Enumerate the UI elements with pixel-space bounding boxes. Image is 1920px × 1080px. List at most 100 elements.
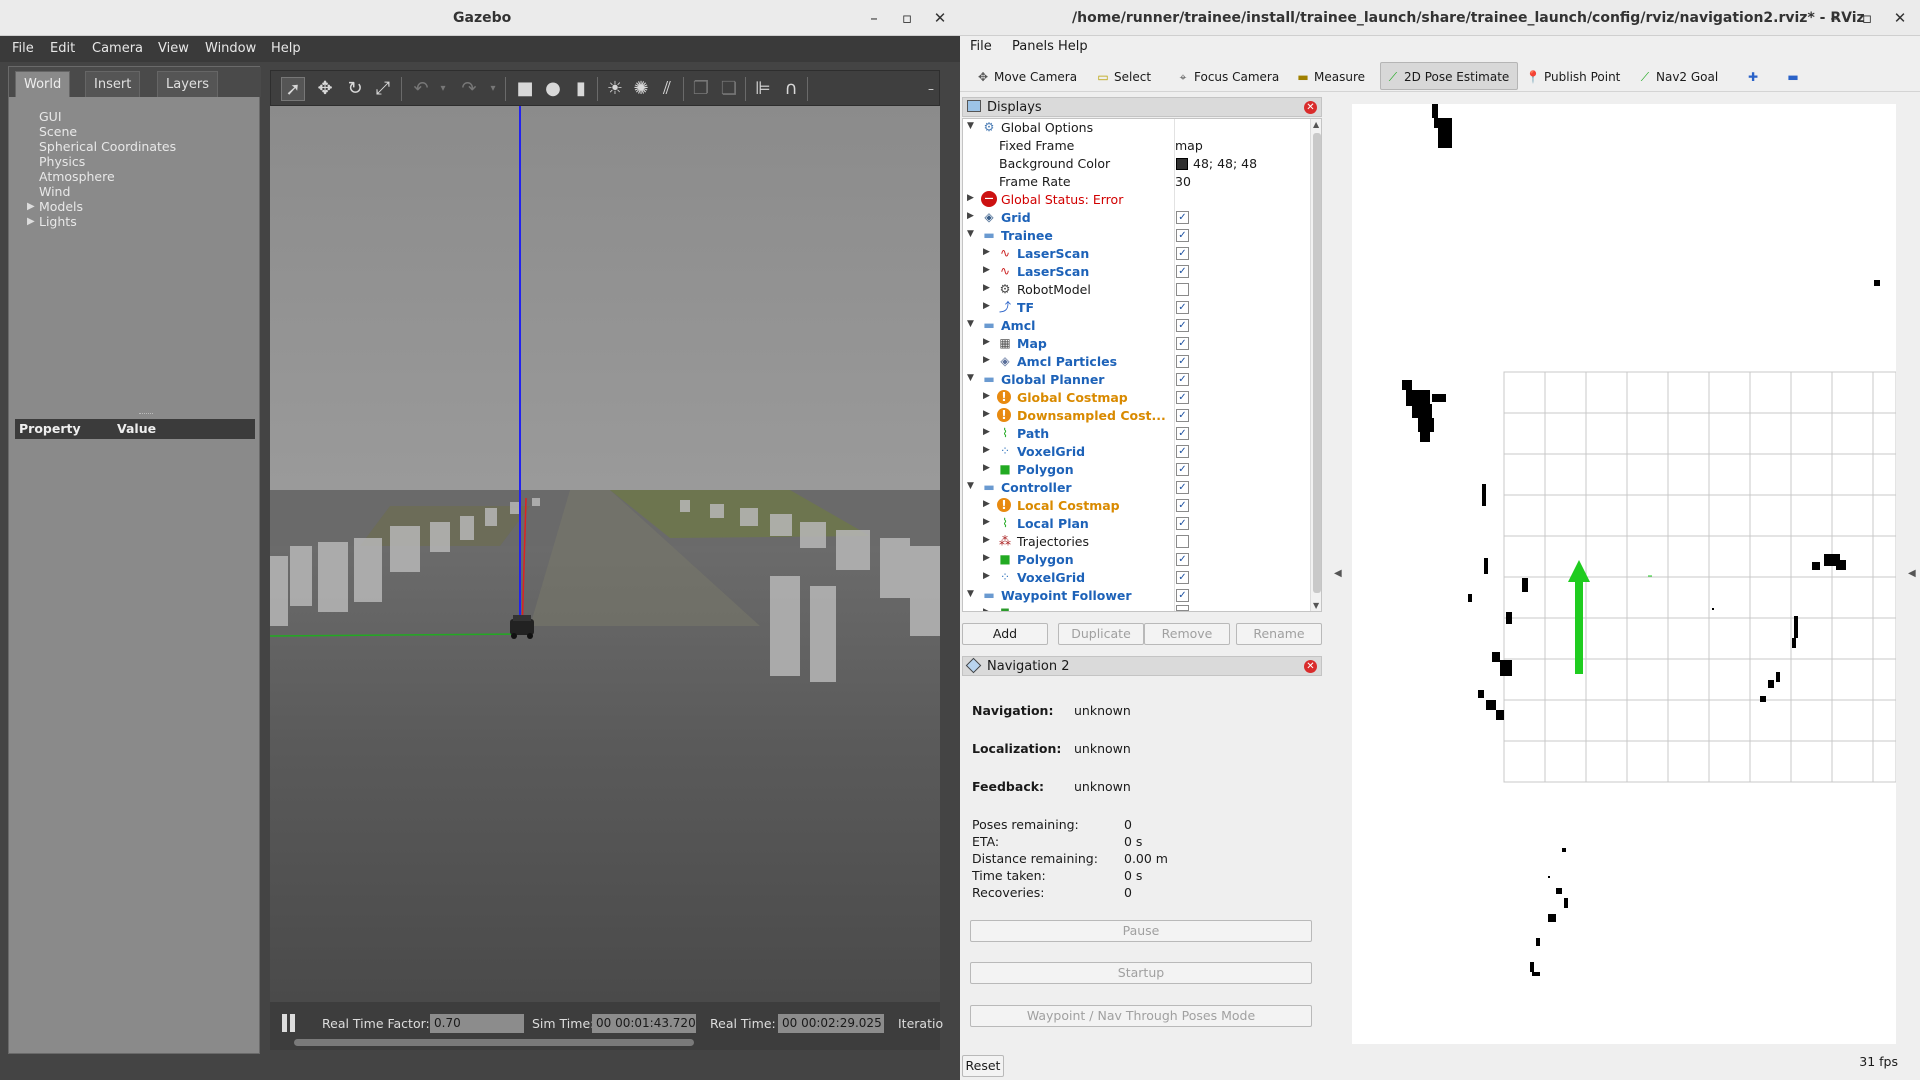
checkbox[interactable]: ✓	[1176, 427, 1189, 440]
display-item-map[interactable]: ▶ ▦ Map ✓	[963, 335, 1308, 353]
expand-arrow-icon[interactable]: ▼	[967, 121, 974, 131]
close-icon[interactable]: ✕	[1890, 8, 1910, 28]
expand-arrow-icon[interactable]: ▶	[983, 553, 990, 563]
display-item-voxelgrid[interactable]: ▶ ⁘ VoxelGrid ✓	[963, 569, 1308, 587]
checkbox[interactable]: ✓	[1176, 355, 1189, 368]
tree-item-lights[interactable]: Lights	[39, 214, 77, 229]
duplicate-button[interactable]: Duplicate	[1058, 623, 1144, 645]
tool-2d-pose-estimate[interactable]: ⟋ 2D Pose Estimate	[1380, 62, 1519, 90]
checkbox[interactable]	[1176, 605, 1189, 611]
display-item-grid[interactable]: ▶ ◈ Grid ✓	[963, 209, 1308, 227]
display-item-global-planner[interactable]: ▼ ▬ Global Planner ✓	[963, 371, 1308, 389]
collapse-right-icon[interactable]: ◀	[1908, 568, 1916, 579]
scale-icon[interactable]: ⤢	[371, 77, 395, 101]
directional-light-icon[interactable]: ⫽	[655, 77, 679, 101]
display-item-waypoint-follower[interactable]: ▼ ▬ Waypoint Follower ✓	[963, 587, 1308, 605]
checkbox[interactable]: ✓	[1176, 229, 1189, 242]
reset-button[interactable]: Reset	[962, 1055, 1004, 1077]
expand-arrow-icon[interactable]: ▶	[983, 463, 990, 473]
rename-button[interactable]: Rename	[1236, 623, 1322, 645]
expand-arrow-icon[interactable]: ▼	[967, 229, 974, 239]
expand-arrow-icon[interactable]: ▶	[983, 301, 990, 311]
toolbar-extend-icon[interactable]: –	[919, 77, 943, 101]
display-item-polygon[interactable]: ▶ ■ Polygon ✓	[963, 461, 1308, 479]
display-item-amcl[interactable]: ▼ ▬ Amcl ✓	[963, 317, 1308, 335]
display-item-local-plan[interactable]: ▶ ⌇ Local Plan ✓	[963, 515, 1308, 533]
sphere-icon[interactable]: ●	[541, 77, 565, 101]
translate-icon[interactable]: ✥	[313, 77, 337, 101]
redo-icon[interactable]: ↷	[457, 77, 481, 101]
menu-help[interactable]: Help	[1058, 39, 1088, 54]
expand-arrow-icon[interactable]: ▶	[967, 193, 974, 203]
expand-arrow-icon[interactable]: ▶	[983, 535, 990, 545]
add-tool-button[interactable]: ✚	[1740, 62, 1773, 90]
checkbox[interactable]: ✓	[1176, 391, 1189, 404]
display-item-controller[interactable]: ▼ ▬ Controller ✓	[963, 479, 1308, 497]
tool-focus-camera[interactable]: ⌖ Focus Camera	[1170, 62, 1288, 90]
pause-button[interactable]: Pause	[970, 920, 1312, 942]
collapse-left-icon[interactable]: ◀	[1334, 568, 1342, 579]
add-button[interactable]: Add	[962, 623, 1048, 645]
tab-layers[interactable]: Layers	[157, 71, 219, 97]
menu-view[interactable]: View	[158, 41, 189, 56]
rotate-icon[interactable]: ↻	[343, 77, 367, 101]
expand-arrow-icon[interactable]: ▶	[983, 247, 990, 257]
gazebo-3d-view[interactable]	[270, 106, 940, 1002]
display-item-downsampled-cost[interactable]: ▶! Downsampled Cost... ✓	[963, 407, 1308, 425]
menu-file[interactable]: File	[12, 41, 34, 56]
tool-move-camera[interactable]: ✥ Move Camera	[970, 62, 1086, 90]
copy-icon[interactable]: ❐	[689, 77, 713, 101]
align-icon[interactable]: ⊫	[751, 77, 775, 101]
checkbox[interactable]: ✓	[1176, 301, 1189, 314]
tab-insert[interactable]: Insert	[85, 71, 141, 97]
menu-camera[interactable]: Camera	[92, 41, 143, 56]
chevron-down-icon[interactable]: ▾	[431, 77, 455, 101]
tree-row-global-status[interactable]: ▶ — Global Status: Error	[963, 191, 1308, 209]
scroll-up-icon[interactable]: ▲	[1313, 120, 1319, 129]
tree-item-wind[interactable]: Wind	[39, 184, 70, 199]
menu-file[interactable]: File	[970, 39, 992, 54]
display-item-robotmodel[interactable]: ▶ ⚙ RobotModel	[963, 281, 1308, 299]
close-icon[interactable]: ✕	[1304, 101, 1317, 114]
display-item-tf[interactable]: ▶ ⤴ TF ✓	[963, 299, 1308, 317]
menu-help[interactable]: Help	[271, 41, 301, 56]
tool-measure[interactable]: ▬ Measure	[1290, 62, 1374, 90]
checkbox[interactable]: ✓	[1176, 571, 1189, 584]
expand-arrow-icon[interactable]: ▶	[983, 517, 990, 527]
display-item-laserscan[interactable]: ▶ ∿ LaserScan ✓	[963, 245, 1308, 263]
expand-arrow-icon[interactable]: ▶	[983, 265, 990, 275]
expand-arrow-icon[interactable]: ▶	[27, 201, 35, 212]
horizontal-scrollbar[interactable]	[294, 1039, 694, 1046]
box-icon[interactable]: ■	[513, 77, 537, 101]
tree-row-frame-rate[interactable]: Frame Rate 30	[963, 173, 1308, 191]
pause-icon[interactable]	[282, 1014, 287, 1032]
tool-publish-point[interactable]: 📍 Publish Point	[1520, 62, 1629, 90]
expand-arrow-icon[interactable]: ▶	[983, 445, 990, 455]
expand-arrow-icon[interactable]: ▶	[983, 571, 990, 581]
menu-window[interactable]: Window	[205, 41, 256, 56]
rviz-3d-viewport[interactable]	[1352, 104, 1896, 1044]
display-item-path[interactable]: ▶ ⌇ Path ✓	[963, 425, 1308, 443]
checkbox[interactable]: ✓	[1176, 211, 1189, 224]
minimize-icon[interactable]: –	[864, 8, 884, 28]
displays-scrollbar[interactable]: ▲ ▼	[1310, 119, 1321, 611]
tree-item-models[interactable]: Models	[39, 199, 83, 214]
tree-item-spherical-coordinates[interactable]: Spherical Coordinates	[39, 139, 176, 154]
point-light-icon[interactable]: ☀	[603, 77, 627, 101]
expand-arrow-icon[interactable]: ▼	[967, 481, 974, 491]
tool-select[interactable]: ▭ Select	[1090, 62, 1160, 90]
tree-row-fixed-frame[interactable]: Fixed Frame map	[963, 137, 1308, 155]
scroll-thumb[interactable]	[1313, 133, 1321, 593]
display-item-local-costmap[interactable]: ▶! Local Costmap ✓	[963, 497, 1308, 515]
checkbox[interactable]: ✓	[1176, 481, 1189, 494]
checkbox[interactable]: ✓	[1176, 409, 1189, 422]
remove-tool-button[interactable]: ▬	[1780, 62, 1813, 90]
chevron-down-icon[interactable]: ▾	[481, 77, 505, 101]
expand-arrow-icon[interactable]: ▶	[983, 409, 990, 419]
scroll-down-icon[interactable]: ▼	[1313, 601, 1319, 610]
expand-arrow-icon[interactable]: ▼	[967, 589, 974, 599]
remove-button[interactable]: Remove	[1144, 623, 1230, 645]
display-item-laserscan[interactable]: ▶ ∿ LaserScan ✓	[963, 263, 1308, 281]
menu-edit[interactable]: Edit	[50, 41, 75, 56]
undo-icon[interactable]: ↶	[409, 77, 433, 101]
